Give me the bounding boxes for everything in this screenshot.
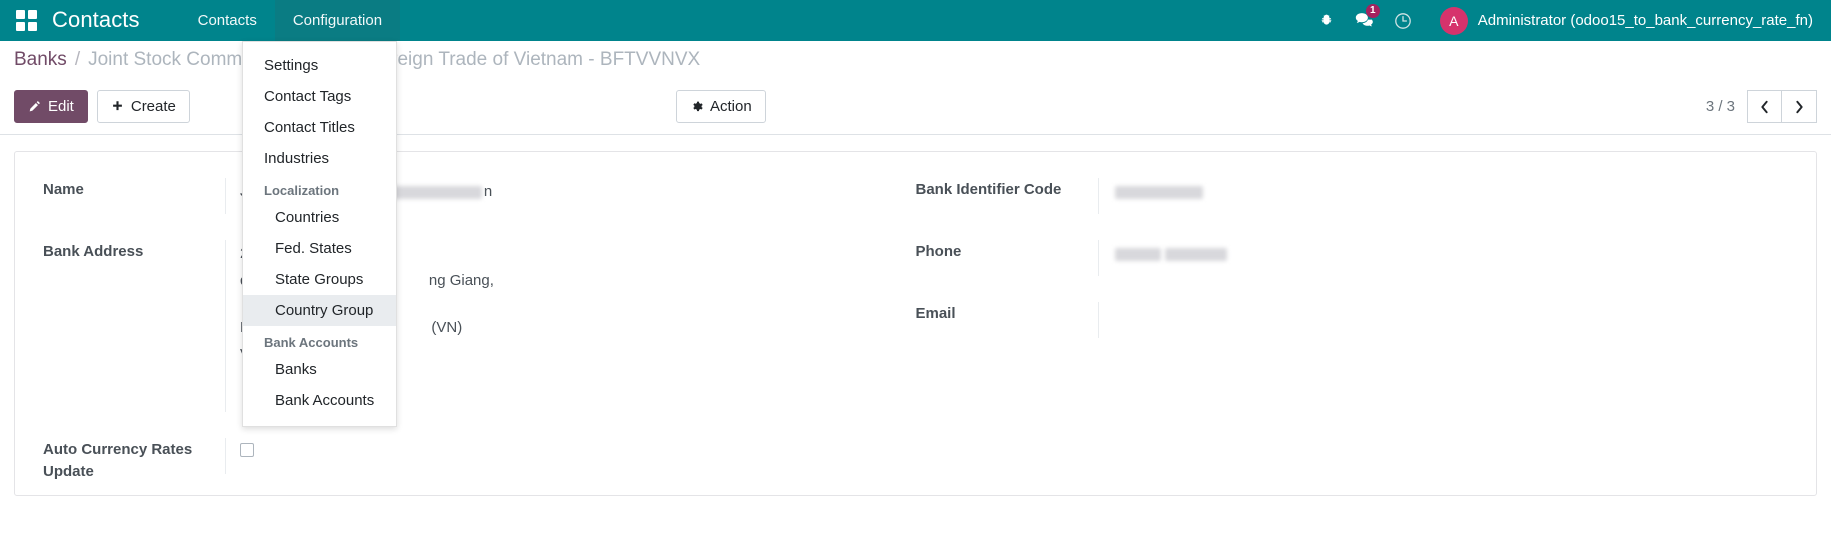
field-auto-currency-rates-update: Auto Currency Rates Update (43, 438, 878, 483)
dropdown-section-localization: Localization (264, 183, 340, 198)
pager-next-button[interactable] (1782, 90, 1817, 123)
field-phone-label: Phone (915, 243, 962, 260)
dropdown-item-countries[interactable]: Countries (243, 202, 396, 233)
dropdown-section-bank-accounts: Bank Accounts (264, 335, 359, 350)
pager: 3 / 3 (1706, 90, 1817, 123)
user-menu[interactable]: A Administrator (odoo15_to_bank_currency… (1422, 6, 1819, 35)
redacted-block (1164, 247, 1227, 261)
activities-clock-icon[interactable] (1384, 0, 1422, 41)
action-button-wrapper: Action (676, 90, 766, 123)
dropdown-item-industries[interactable]: Industries (243, 143, 396, 174)
apps-menu-button[interactable] (0, 0, 52, 41)
menu-item-configuration[interactable]: Configuration (274, 0, 401, 41)
address-line-3-tail: (VN) (431, 319, 463, 336)
chevron-left-icon (1761, 100, 1768, 113)
field-auto-currency-value (225, 438, 878, 474)
field-bic-value[interactable] (1097, 178, 1751, 214)
edit-button-label: Edit (48, 98, 74, 115)
navbar-right-tools: 1 A Administrator (odoo15_to_bank_curren… (1308, 0, 1831, 41)
avatar: A (1439, 6, 1468, 35)
field-email: Email (916, 302, 1751, 338)
field-phone-value[interactable] (1097, 240, 1751, 276)
field-bank-address-label: Bank Address (43, 243, 144, 260)
app-brand-contacts[interactable]: Contacts (52, 7, 152, 35)
dropdown-item-fed-states[interactable]: Fed. States (243, 233, 396, 264)
field-bank-address: Bank Address 27 qu ng Giang, Hả (VN) (43, 240, 878, 412)
user-name-label: Administrator (odoo15_to_bank_currency_r… (1477, 12, 1813, 29)
plus-icon (112, 101, 122, 111)
field-phone: Phone (916, 240, 1751, 276)
field-name-value-end: n (483, 183, 493, 200)
field-email-value[interactable] (1097, 302, 1751, 338)
form-column-right: Bank Identifier Code Phone Email (916, 178, 1789, 509)
auto-currency-checkbox[interactable] (240, 443, 254, 457)
edit-button[interactable]: Edit (14, 90, 88, 123)
pager-value: 3 / 3 (1705, 98, 1735, 115)
action-button-label: Action (710, 98, 752, 115)
dropdown-item-contact-tags[interactable]: Contact Tags (243, 81, 396, 112)
redacted-block (1114, 185, 1203, 199)
action-button[interactable]: Action (676, 90, 766, 123)
configuration-dropdown-menu: Settings Contact Tags Contact Titles Ind… (242, 41, 397, 427)
form-column-left: Name Jon Bank Address 27 qu ng Giang, (43, 178, 916, 509)
chevron-right-icon (1795, 100, 1803, 113)
top-navbar: Contacts Contacts Configuration 1 A Admi… (0, 0, 1831, 41)
dropdown-item-country-group[interactable]: Country Group (243, 295, 396, 326)
field-bank-identifier-code: Bank Identifier Code (916, 178, 1751, 214)
messages-badge-count: 1 (1365, 4, 1380, 18)
menu-item-contacts[interactable]: Contacts (180, 0, 275, 41)
bug-icon[interactable] (1308, 0, 1346, 41)
field-name-label: Name (43, 181, 84, 198)
field-auto-currency-label: Auto Currency Rates Update (43, 441, 193, 480)
apps-grid-icon (15, 10, 37, 31)
dropdown-item-state-groups[interactable]: State Groups (243, 264, 396, 295)
address-line-2-tail: ng Giang, (428, 272, 494, 289)
pager-previous-button[interactable] (1747, 90, 1782, 123)
dropdown-item-settings[interactable]: Settings (243, 50, 396, 81)
messages-icon[interactable]: 1 (1346, 0, 1384, 41)
navbar-menu-items: Contacts Configuration (180, 0, 401, 41)
field-bic-label: Bank Identifier Code (915, 181, 1062, 198)
create-button-label: Create (130, 98, 176, 115)
field-name: Name Jon (43, 178, 878, 214)
gear-icon (693, 101, 703, 112)
pager-buttons (1747, 90, 1817, 123)
dropdown-item-banks[interactable]: Banks (243, 354, 396, 385)
field-email-label: Email (915, 305, 956, 322)
dropdown-item-bank-accounts[interactable]: Bank Accounts (243, 385, 396, 416)
dropdown-item-contact-titles[interactable]: Contact Titles (243, 112, 396, 143)
pencil-icon (29, 101, 40, 112)
breadcrumb-item-banks[interactable]: Banks (14, 49, 67, 71)
breadcrumb-separator: / (74, 49, 81, 70)
create-button[interactable]: Create (96, 90, 190, 123)
redacted-block (1114, 247, 1161, 261)
